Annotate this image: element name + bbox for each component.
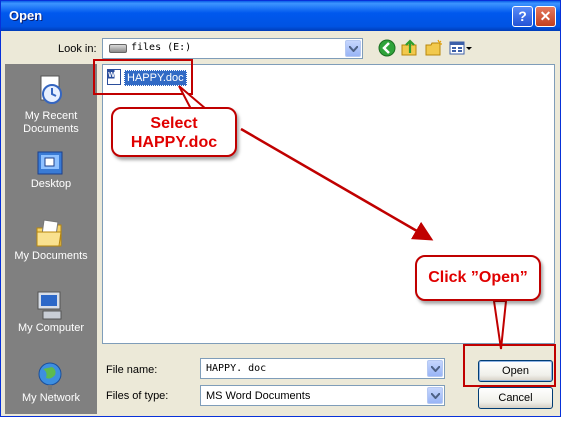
- recent-documents-icon: [40, 75, 62, 104]
- look-in-dropdown-button[interactable]: [345, 40, 361, 57]
- file-name-value: HAPPY. doc: [206, 363, 267, 374]
- file-type-select[interactable]: MS Word Documents: [200, 385, 445, 406]
- my-network-icon: [38, 362, 62, 390]
- back-icon[interactable]: [378, 39, 396, 57]
- place-label: My Documents: [14, 250, 88, 262]
- place-my-computer[interactable]: My Computer: [5, 284, 97, 354]
- place-my-documents[interactable]: My Documents: [5, 212, 97, 282]
- drive-icon: [109, 44, 127, 53]
- open-dialog: Open ? ✕ Look in: files (E:) My Recent D…: [0, 0, 561, 417]
- place-label: My Computer: [17, 322, 85, 334]
- click-open-callout: Click ”Open”: [415, 255, 541, 301]
- place-my-recent-documents[interactable]: My Recent Documents: [5, 68, 97, 138]
- desktop-icon: [37, 151, 63, 175]
- file-list[interactable]: W HAPPY.doc: [102, 64, 555, 344]
- file-type-value: MS Word Documents: [206, 390, 311, 402]
- chevron-down-icon: [349, 46, 358, 52]
- window-title: Open: [9, 8, 43, 23]
- look-in-label: Look in:: [58, 43, 97, 55]
- place-desktop[interactable]: Desktop: [5, 142, 97, 212]
- place-label: My Recent Documents: [23, 110, 79, 135]
- my-computer-icon: [37, 291, 62, 320]
- select-callout: Select HAPPY.doc: [111, 107, 237, 157]
- select-callout-line1: Select: [150, 115, 198, 132]
- title-bar[interactable]: Open ? ✕: [1, 1, 560, 31]
- chevron-down-icon: [431, 366, 440, 372]
- chevron-down-icon: [431, 393, 440, 399]
- file-type-dropdown-button[interactable]: [427, 387, 443, 404]
- file-name-label: File name:: [106, 364, 158, 376]
- file-highlight-box: [93, 59, 193, 95]
- select-callout-line2: HAPPY.doc: [130, 134, 218, 151]
- file-type-label: Files of type:: [106, 390, 169, 402]
- places-bar: My Recent Documents Desktop My Documents: [5, 64, 97, 414]
- close-button[interactable]: ✕: [535, 6, 556, 27]
- my-documents-icon: [36, 219, 62, 247]
- file-name-input[interactable]: HAPPY. doc: [200, 358, 445, 379]
- place-label: Desktop: [30, 178, 72, 190]
- help-button[interactable]: ?: [512, 6, 533, 27]
- place-label: My Network: [21, 392, 81, 404]
- place-my-network[interactable]: My Network: [5, 354, 97, 424]
- up-folder-icon[interactable]: [401, 39, 419, 57]
- look-in-value: files (E:): [131, 42, 192, 53]
- open-highlight-box: [463, 344, 556, 387]
- look-in-combo[interactable]: files (E:): [102, 38, 363, 59]
- file-name-dropdown-button[interactable]: [427, 360, 443, 377]
- new-folder-icon[interactable]: [425, 39, 443, 57]
- view-menu-icon[interactable]: [449, 39, 473, 57]
- cancel-button[interactable]: Cancel: [478, 387, 553, 409]
